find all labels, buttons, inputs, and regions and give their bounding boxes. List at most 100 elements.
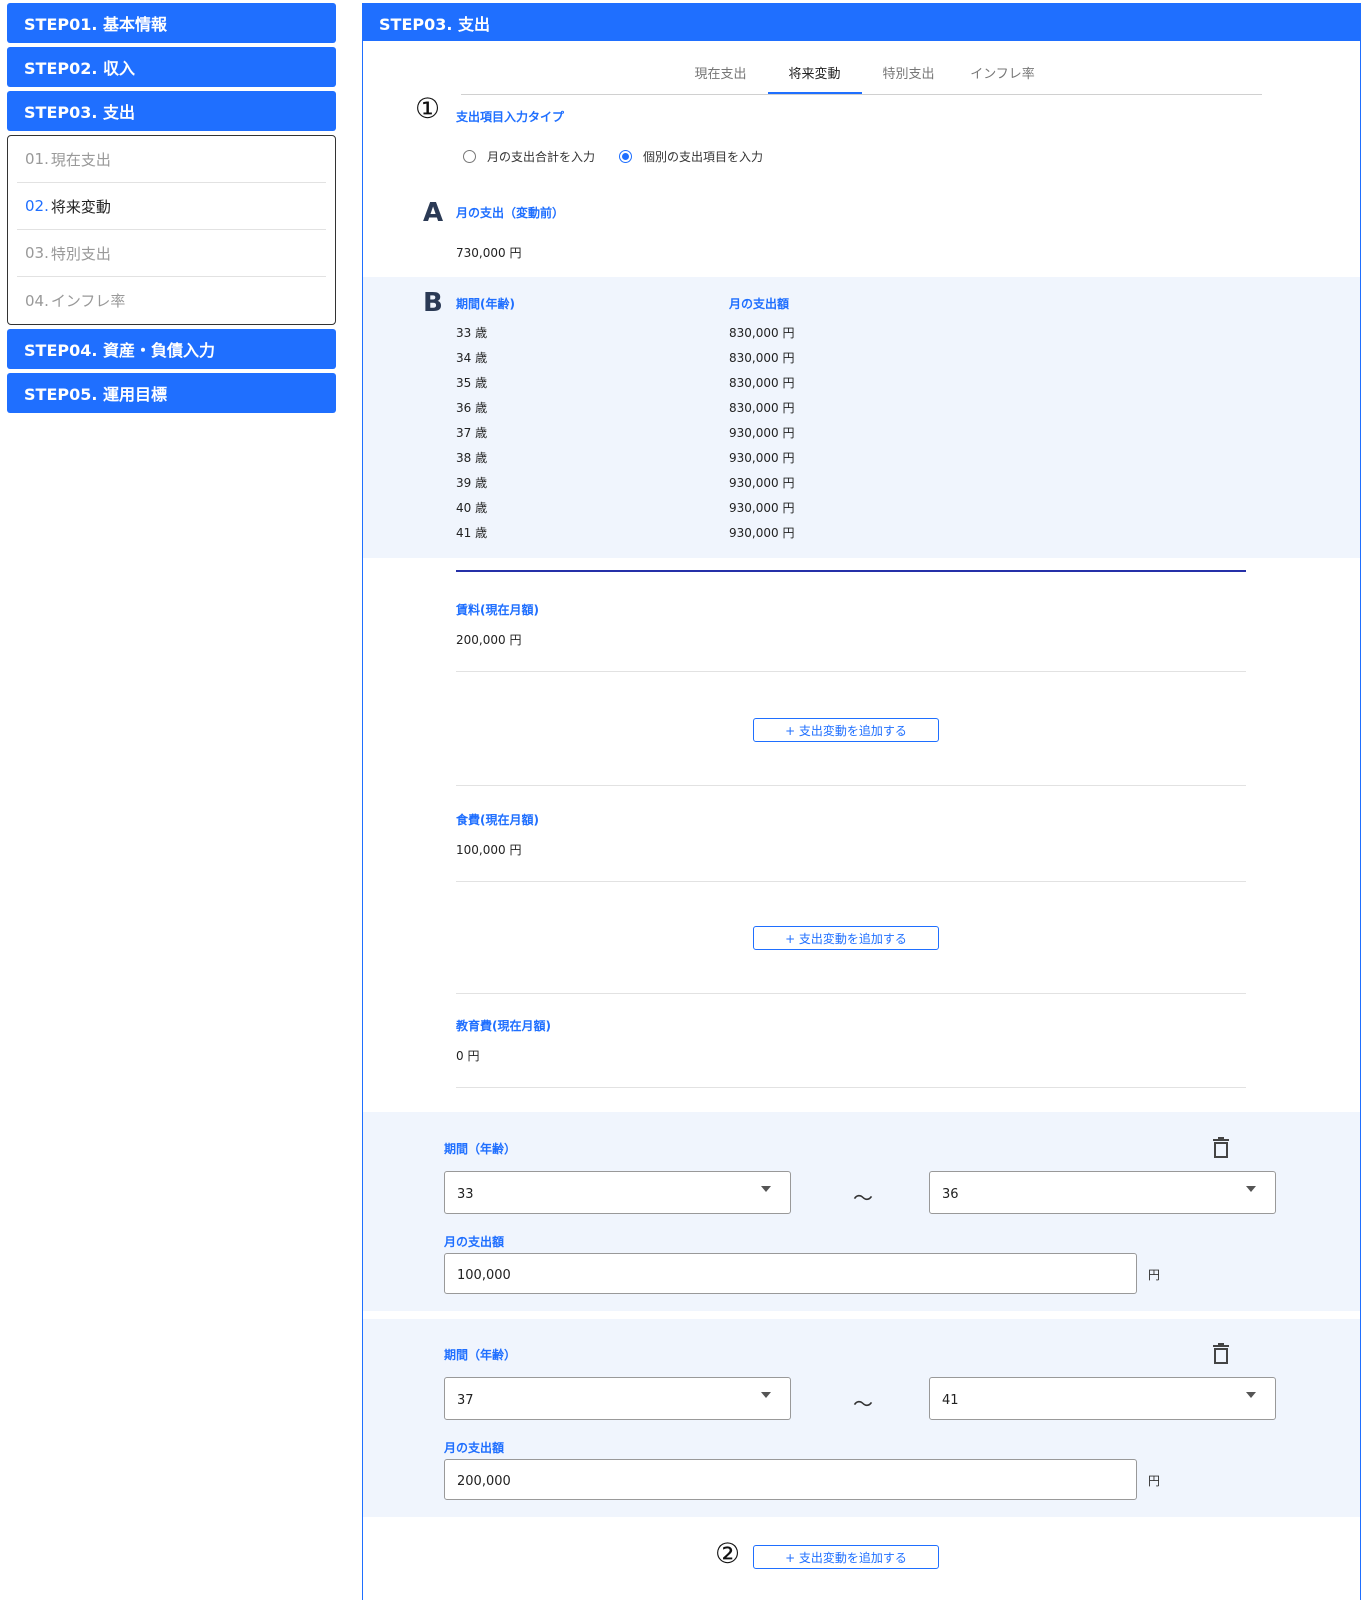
item-divider <box>456 671 1246 672</box>
step02-button[interactable]: STEP02. 収入 <box>7 47 336 87</box>
period-from-value: 33 <box>457 1187 474 1202</box>
annotation-marker-b: B <box>423 288 443 318</box>
step03-substeps: 01. 現在支出 02. 将来変動 03. 特別支出 04. インフレ率 <box>7 135 336 325</box>
change-amount-label: 月の支出額 <box>444 1441 505 1455</box>
schedule-age: 40 歳 <box>456 501 488 515</box>
item-divider <box>456 993 1246 994</box>
monthly-amount-input[interactable]: 200,000 <box>444 1459 1137 1500</box>
add-change-button-rent[interactable]: + 支出変動を追加する <box>753 718 939 742</box>
period-to-select[interactable]: 41 <box>929 1377 1276 1420</box>
period-to-value: 41 <box>942 1393 959 1408</box>
schedule-age: 35 歳 <box>456 376 488 390</box>
range-tilde: 〜 <box>853 1392 873 1416</box>
step03-button[interactable]: STEP03. 支出 <box>7 91 336 131</box>
annotation-marker-1: ① <box>415 92 441 125</box>
change-amount-label: 月の支出額 <box>444 1235 505 1249</box>
substep-label: インフレ率 <box>50 292 126 310</box>
schedule-amount-header: 月の支出額 <box>729 297 790 311</box>
change-period-label: 期間（年齢） <box>444 1348 517 1362</box>
monthly-amount-value: 100,000 <box>457 1267 511 1283</box>
input-type-radio-group: 月の支出合計を入力 個別の支出項目を入力 <box>463 148 787 165</box>
item-education-label: 教育費(現在月額) <box>456 1019 551 1033</box>
trash-icon[interactable] <box>1211 1343 1231 1365</box>
trash-icon[interactable] <box>1211 1137 1231 1159</box>
step01-button[interactable]: STEP01. 基本情報 <box>7 3 336 43</box>
monthly-before-label: 月の支出（変動前） <box>456 206 565 220</box>
schedule-age: 34 歳 <box>456 351 488 365</box>
schedule-amount: 830,000 円 <box>729 401 795 415</box>
input-type-label: 支出項目入力タイプ <box>456 110 565 124</box>
schedule-period-header: 期間(年齢) <box>456 297 515 311</box>
step05-button[interactable]: STEP05. 運用目標 <box>7 373 336 413</box>
radio-individual-input[interactable] <box>619 150 633 163</box>
item-rent-value: 200,000 円 <box>456 633 522 647</box>
item-food-value: 100,000 円 <box>456 843 522 857</box>
monthly-amount-value: 200,000 <box>457 1473 511 1489</box>
period-to-select[interactable]: 36 <box>929 1171 1276 1214</box>
schedule-age: 39 歳 <box>456 476 488 490</box>
panel-title: STEP03. 支出 <box>363 4 1360 41</box>
tab-special-expense[interactable]: 特別支出 <box>862 49 956 94</box>
monthly-amount-input[interactable]: 100,000 <box>444 1253 1137 1294</box>
schedule-amount: 930,000 円 <box>729 451 795 465</box>
yen-unit: 円 <box>1148 1268 1161 1282</box>
tab-inflation[interactable]: インフレ率 <box>956 49 1050 94</box>
schedule-age: 36 歳 <box>456 401 488 415</box>
item-rent-label: 賃料(現在月額) <box>456 603 539 617</box>
tab-future-change[interactable]: 将来変動 <box>767 49 862 94</box>
substep-label: 特別支出 <box>50 244 111 263</box>
schedule-amount: 930,000 円 <box>729 526 795 540</box>
substep-number: 03. <box>25 244 49 262</box>
add-change-button-education[interactable]: + 支出変動を追加する <box>753 1545 939 1569</box>
item-food-label: 食費(現在月額) <box>456 813 539 827</box>
schedule-age: 37 歳 <box>456 426 488 440</box>
schedule-amount: 830,000 円 <box>729 326 795 340</box>
schedule-amount: 930,000 円 <box>729 501 795 515</box>
schedule-age: 33 歳 <box>456 326 488 340</box>
change-period-label: 期間（年齢） <box>444 1142 517 1156</box>
substep-number: 04. <box>25 291 49 310</box>
item-divider <box>456 785 1246 786</box>
schedule-amount: 830,000 円 <box>729 351 795 365</box>
substep-label: 現在支出 <box>50 150 111 169</box>
substep-number: 01. <box>25 150 49 168</box>
schedule-amount: 930,000 円 <box>729 476 795 490</box>
schedule-age: 38 歳 <box>456 451 488 465</box>
section-divider <box>456 570 1246 572</box>
tab-bar: 現在支出 将来変動 特別支出 インフレ率 <box>461 49 1262 95</box>
radio-total-label: 月の支出合計を入力 <box>487 150 596 164</box>
substep-number: 02. <box>25 197 49 215</box>
tab-current-expense[interactable]: 現在支出 <box>674 49 768 94</box>
period-from-value: 37 <box>457 1393 474 1408</box>
substep-special-expense[interactable]: 03. 特別支出 <box>17 230 326 277</box>
chevron-down-icon <box>1246 1392 1256 1398</box>
chevron-down-icon <box>761 1186 771 1192</box>
yen-unit: 円 <box>1148 1474 1161 1488</box>
radio-individual-label: 個別の支出項目を入力 <box>643 150 764 164</box>
item-divider <box>456 1087 1246 1088</box>
substep-inflation[interactable]: 04. インフレ率 <box>17 277 326 324</box>
sidebar: STEP01. 基本情報 STEP02. 収入 STEP03. 支出 01. 現… <box>7 3 336 417</box>
period-from-select[interactable]: 33 <box>444 1171 791 1214</box>
schedule-section <box>363 277 1360 558</box>
range-tilde: 〜 <box>853 1186 873 1210</box>
substep-label: 将来変動 <box>50 197 111 216</box>
schedule-amount: 830,000 円 <box>729 376 795 390</box>
period-to-value: 36 <box>942 1187 959 1202</box>
chevron-down-icon <box>761 1392 771 1398</box>
period-from-select[interactable]: 37 <box>444 1377 791 1420</box>
substep-future-change[interactable]: 02. 将来変動 <box>17 183 326 230</box>
substep-current-expense[interactable]: 01. 現在支出 <box>17 136 326 183</box>
schedule-amount: 930,000 円 <box>729 426 795 440</box>
main-panel: STEP03. 支出 現在支出 将来変動 特別支出 インフレ率 ① 支出項目入力… <box>362 3 1361 1600</box>
step04-button[interactable]: STEP04. 資産・負債入力 <box>7 329 336 369</box>
schedule-age: 41 歳 <box>456 526 488 540</box>
item-divider <box>456 881 1246 882</box>
item-education-value: 0 円 <box>456 1049 480 1063</box>
radio-total-input[interactable] <box>463 150 476 163</box>
annotation-marker-a: A <box>423 198 444 228</box>
add-change-button-food[interactable]: + 支出変動を追加する <box>753 926 939 950</box>
annotation-marker-2: ② <box>715 1537 741 1570</box>
monthly-before-value: 730,000 円 <box>456 246 522 260</box>
chevron-down-icon <box>1246 1186 1256 1192</box>
